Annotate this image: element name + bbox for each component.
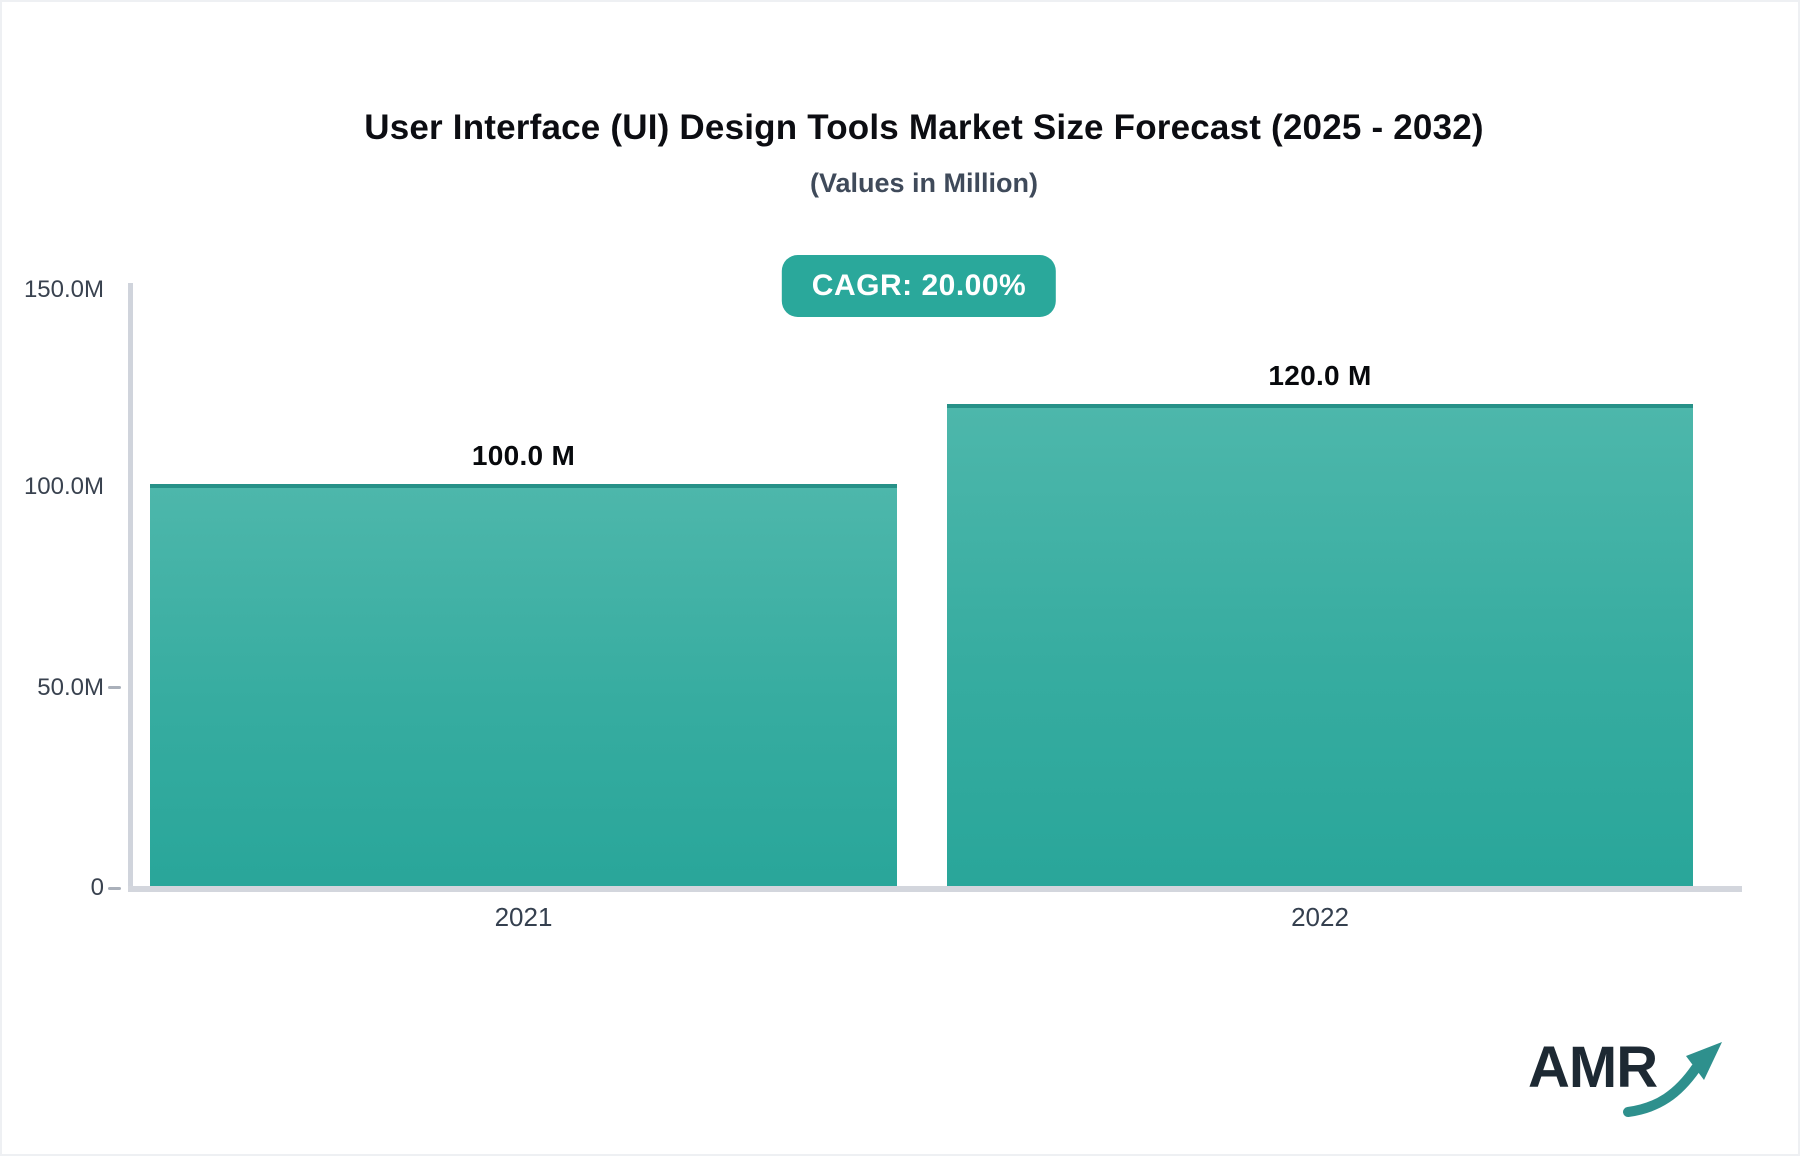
bar-value-label-2021: 100.0 M [150, 440, 897, 472]
x-axis-line [128, 886, 1742, 892]
y-tick-label-150m: 150.0M [8, 276, 104, 304]
cagr-badge: CAGR: 20.00% [782, 255, 1056, 317]
bar-value-label-2022: 120.0 M [947, 360, 1693, 392]
bar-2021 [150, 484, 897, 886]
y-tick-label-50m: 50.0M [8, 674, 104, 702]
bar-2022 [947, 404, 1693, 886]
x-tick-label-2022: 2022 [947, 902, 1693, 933]
y-axis-line [128, 283, 133, 888]
chart-subtitle: (Values in Million) [810, 168, 1038, 199]
chart-canvas: User Interface (UI) Design Tools Market … [0, 0, 1800, 1156]
growth-arrow-icon [1614, 1028, 1734, 1118]
y-tick-mark-50m [108, 686, 121, 689]
x-tick-label-2021: 2021 [150, 902, 897, 933]
y-tick-label-100m: 100.0M [8, 473, 104, 501]
amr-logo: AMR [1528, 1028, 1728, 1118]
y-tick-mark-0 [108, 887, 121, 890]
y-tick-label-0: 0 [8, 874, 104, 902]
chart-title: User Interface (UI) Design Tools Market … [364, 108, 1484, 148]
